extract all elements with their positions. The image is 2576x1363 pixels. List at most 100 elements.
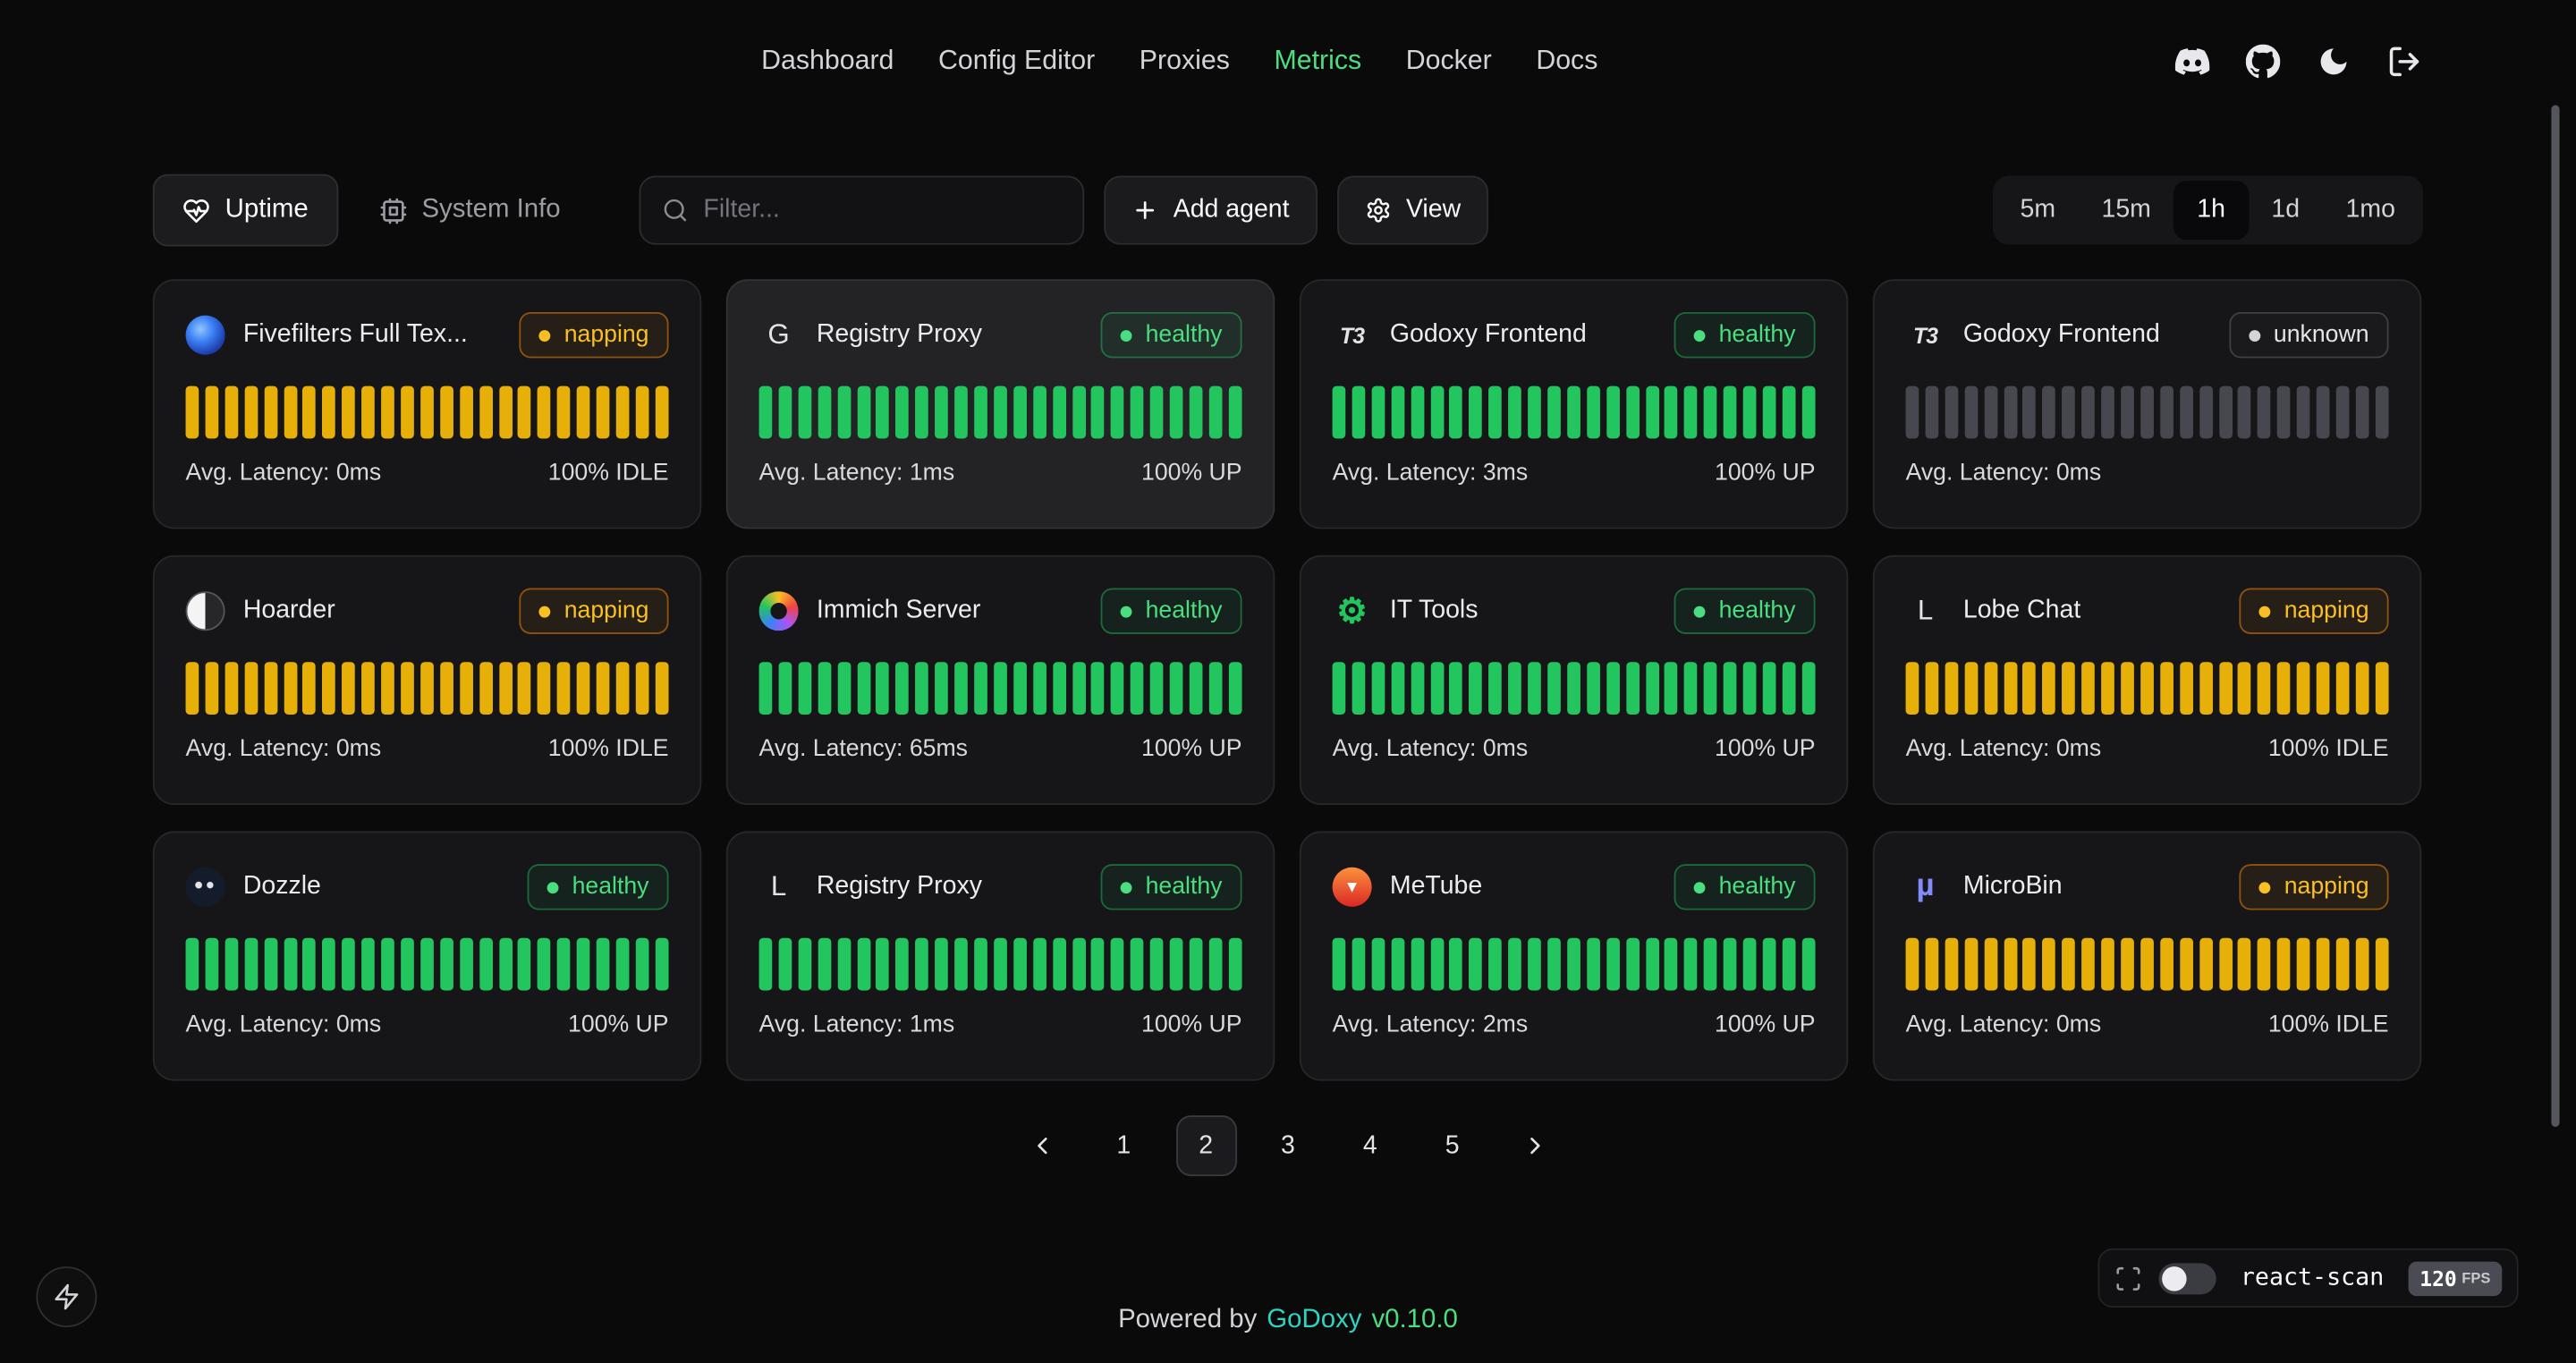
uptime-bar (420, 662, 434, 715)
service-favicon-icon (186, 316, 225, 355)
status-badge: healthy (1101, 588, 1242, 634)
tab-system-info[interactable]: System Info (350, 174, 590, 247)
pagination-page-4[interactable]: 4 (1340, 1115, 1401, 1176)
uptime-bar (1228, 662, 1241, 715)
service-name: Lobe Chat (1963, 597, 2222, 626)
uptime-label: 100% UP (1715, 736, 1816, 762)
status-label: napping (564, 598, 649, 624)
github-icon[interactable] (2246, 44, 2281, 79)
status-label: napping (2284, 598, 2369, 624)
status-label: healthy (1146, 874, 1223, 900)
uptime-bar (2277, 386, 2291, 439)
uptime-bar (916, 938, 929, 991)
uptime-bar (2336, 386, 2350, 439)
uptime-bar (1964, 386, 1978, 439)
uptime-bar (1964, 662, 1978, 715)
gear-icon (1365, 197, 1391, 223)
status-dot-icon (1121, 605, 1132, 617)
service-card[interactable]: Hoarder napping Avg. Latency: 0ms 100% I… (153, 555, 701, 805)
uptime-bar (2238, 662, 2251, 715)
service-card[interactable]: Fivefilters Full Tex... napping Avg. Lat… (153, 279, 701, 529)
nav-item-proxies[interactable]: Proxies (1140, 46, 1230, 77)
uptime-bar (2081, 938, 2095, 991)
service-favicon-icon: ⚙ (1333, 591, 1372, 631)
add-agent-button[interactable]: Add agent (1105, 176, 1318, 245)
uptime-bar (1606, 386, 1620, 439)
nav-item-docs[interactable]: Docs (1536, 46, 1597, 77)
uptime-bar (818, 938, 831, 991)
fps-value: 120 (2419, 1266, 2456, 1291)
status-dot-icon (1121, 329, 1132, 341)
status-label: healthy (1719, 322, 1796, 348)
uptime-bars (186, 662, 669, 715)
service-card[interactable]: T3 Godoxy Frontend healthy Avg. Latency:… (1300, 279, 1848, 529)
uptime-label: 100% IDLE (2268, 736, 2389, 762)
uptime-bar (954, 938, 968, 991)
service-card[interactable]: Dozzle healthy Avg. Latency: 0ms 100% UP (153, 831, 701, 1080)
uptime-bar (2336, 938, 2350, 991)
uptime-bar (381, 938, 394, 991)
uptime-bar (2101, 662, 2114, 715)
service-card[interactable]: L Registry Proxy healthy Avg. Latency: 1… (726, 831, 1275, 1080)
uptime-bar (518, 386, 531, 439)
pagination-next[interactable] (1504, 1115, 1564, 1176)
service-card[interactable]: ⚙ IT Tools healthy Avg. Latency: 0ms 100… (1300, 555, 1848, 805)
uptime-bar (2356, 386, 2369, 439)
uptime-bar (974, 386, 987, 439)
status-label: healthy (1719, 598, 1796, 624)
service-card[interactable]: ▼ MeTube healthy Avg. Latency: 2ms 100% … (1300, 831, 1848, 1080)
uptime-bar (2375, 938, 2388, 991)
uptime-bar (1567, 938, 1580, 991)
pagination-page-5[interactable]: 5 (1422, 1115, 1483, 1176)
uptime-label: 100% UP (568, 1012, 669, 1037)
service-card[interactable]: µ MicroBin napping Avg. Latency: 0ms 100… (1873, 831, 2421, 1080)
react-scan-toggle[interactable] (2158, 1263, 2216, 1294)
uptime-bar (1925, 662, 1938, 715)
service-card[interactable]: T3 Godoxy Frontend unknown Avg. Latency:… (1873, 279, 2421, 529)
dark-mode-icon[interactable] (2317, 44, 2351, 79)
uptime-bar (2043, 662, 2056, 715)
nav-item-docker[interactable]: Docker (1406, 46, 1492, 77)
pagination-page-3[interactable]: 3 (1258, 1115, 1318, 1176)
pagination-page-2[interactable]: 2 (1175, 1115, 1236, 1176)
scrollbar-thumb[interactable] (2551, 106, 2559, 1127)
card-header: G Registry Proxy healthy (759, 312, 1242, 358)
chevron-left-icon (1028, 1131, 1055, 1159)
range-1mo[interactable]: 1mo (2323, 181, 2419, 240)
nav-item-config-editor[interactable]: Config Editor (938, 46, 1095, 77)
status-dot-icon (1694, 605, 1706, 617)
logout-icon[interactable] (2387, 44, 2422, 79)
card-footer: Avg. Latency: 0ms 100% IDLE (1906, 1012, 2389, 1037)
uptime-bar (2258, 386, 2271, 439)
range-1h[interactable]: 1h (2174, 181, 2249, 240)
nav-item-metrics[interactable]: Metrics (1274, 46, 1361, 77)
uptime-bar (1587, 938, 1600, 991)
uptime-bar (1945, 938, 1958, 991)
uptime-bar (1371, 938, 1385, 991)
range-15m[interactable]: 15m (2079, 181, 2174, 240)
uptime-bar (186, 386, 199, 439)
uptime-bar (361, 386, 375, 439)
service-card[interactable]: G Registry Proxy healthy Avg. Latency: 1… (726, 279, 1275, 529)
fps-badge: 120 FPS (2408, 1261, 2502, 1296)
status-dot-icon (539, 329, 551, 341)
uptime-bar (1684, 938, 1698, 991)
pagination-prev[interactable] (1011, 1115, 1072, 1176)
discord-icon[interactable] (2175, 44, 2210, 79)
uptime-bar (361, 662, 375, 715)
range-1d[interactable]: 1d (2249, 181, 2323, 240)
tab-uptime[interactable]: Uptime (153, 174, 338, 247)
uptime-bar (2180, 662, 2193, 715)
nav-item-dashboard[interactable]: Dashboard (761, 46, 894, 77)
range-5m[interactable]: 5m (1997, 181, 2079, 240)
filter-input[interactable] (703, 196, 1061, 225)
view-button[interactable]: View (1337, 176, 1489, 245)
service-card[interactable]: L Lobe Chat napping Avg. Latency: 0ms 10… (1873, 555, 2421, 805)
uptime-bar (1645, 386, 1658, 439)
footer-brand-link[interactable]: GoDoxy (1267, 1306, 1361, 1335)
service-card[interactable]: Immich Server healthy Avg. Latency: 65ms… (726, 555, 1275, 805)
pagination-page-1[interactable]: 1 (1093, 1115, 1154, 1176)
uptime-bar (1587, 386, 1600, 439)
uptime-bar (440, 386, 453, 439)
uptime-bar (1906, 662, 1919, 715)
